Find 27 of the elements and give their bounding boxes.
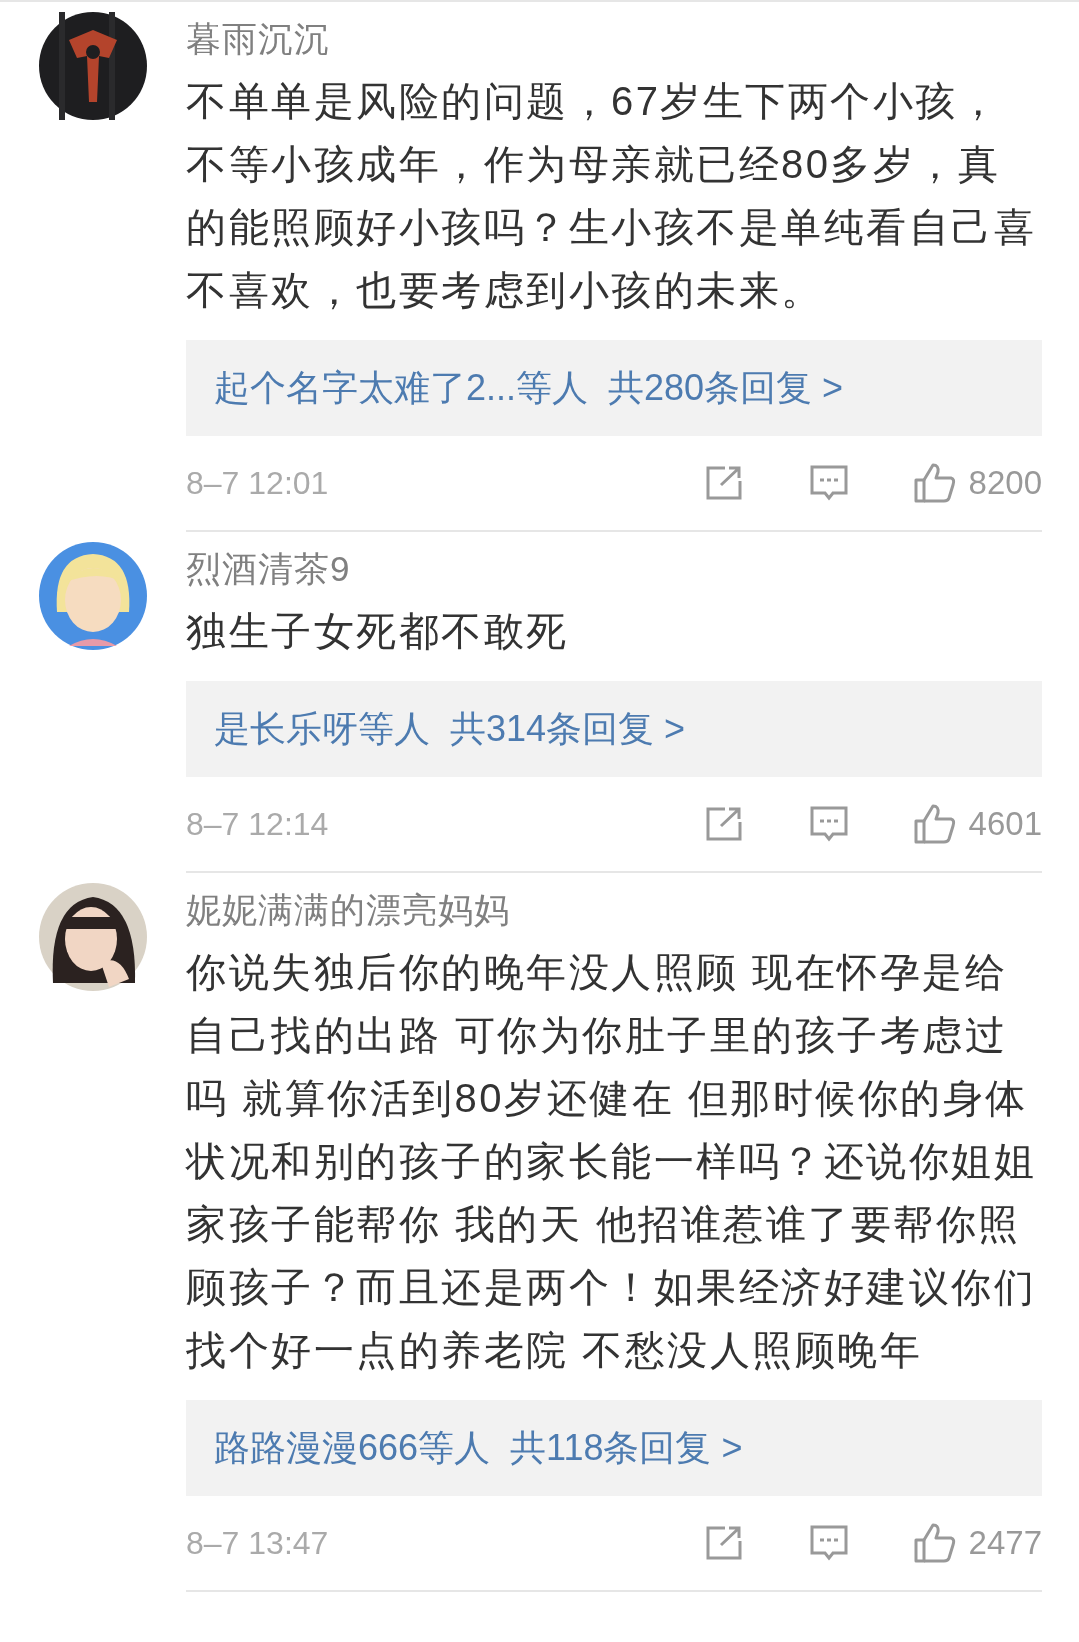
username[interactable]: 妮妮满满的漂亮妈妈 [186,873,1042,933]
share-icon[interactable] [704,1525,743,1561]
reply-users[interactable]: 是长乐呀等人 [214,702,430,756]
thumbs-up-icon[interactable] [912,803,957,845]
reply-users[interactable]: 起个名字太难了2...等人 [214,361,589,415]
timestamp: 8–7 12:14 [186,805,330,844]
comment-text: 你说失独后你的晚年没人照顾 现在怀孕是给自己找的出路 可你为你肚子里的孩子考虑过吗 就算你活到80岁还健在 但那时候你的身体状况和别的孩子的家长能一样吗？还说你姐姐家孩子能帮你 我的天 他招谁惹谁了要帮你照顾孩子？而且还是两个！如果经济好建议你们找个好一点的养老院 不愁没人照顾晚年 [186,949,1037,1374]
share-icon[interactable] [704,806,743,842]
reply-count-link[interactable]: 共314条回复 > [450,702,686,756]
reply-count-link[interactable]: 共118条回复 > [510,1421,743,1475]
comment-icon[interactable] [808,464,849,502]
timestamp: 8–7 13:47 [186,1524,330,1563]
comment-icon[interactable] [808,805,849,843]
timestamp: 8–7 12:01 [186,464,330,503]
comment-text: 不单单是风险的问题，67岁生下两个小孩，不等小孩成年，作为母亲就已经80多岁，真的能照顾好小孩吗？生小孩不是单纯看自己喜不喜欢，也要考虑到小孩的未来。 [186,78,1037,314]
like-count: 4601 [968,804,1042,845]
thumbs-up-icon[interactable] [912,462,957,504]
username[interactable]: 暮雨沉沉 [186,2,1042,62]
comment-icon[interactable] [808,1524,849,1562]
username[interactable]: 烈酒清茶9 [186,532,1042,592]
like-count: 2477 [968,1523,1042,1564]
reply-count-link[interactable]: 共280条回复 > [608,361,844,415]
share-icon[interactable] [704,465,743,501]
like-count: 8200 [968,463,1042,504]
comment-text: 独生子女死都不敢死 [186,608,570,655]
thumbs-up-icon[interactable] [912,1522,957,1564]
reply-users[interactable]: 路路漫漫666等人 [214,1421,491,1475]
